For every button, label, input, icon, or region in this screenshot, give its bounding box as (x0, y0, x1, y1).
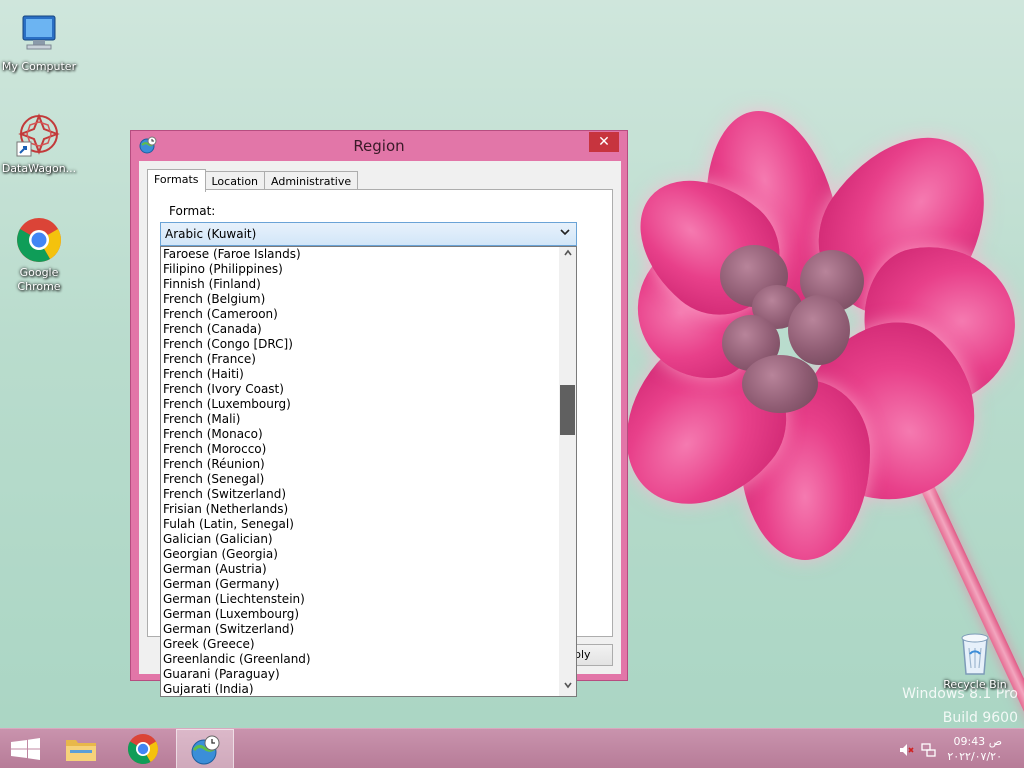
desktop-icon-label: DataWagon... (1, 162, 77, 175)
clock-date: ٢٠٢٢/٠٧/٢٠ (947, 750, 1002, 763)
system-tray (896, 729, 936, 768)
format-option[interactable]: French (Ivory Coast) (161, 382, 560, 397)
taskbar: 09:43 ص ٢٠٢٢/٠٧/٢٠ (0, 728, 1024, 768)
scroll-thumb[interactable] (560, 385, 575, 435)
format-option[interactable]: French (Réunion) (161, 457, 560, 472)
format-option[interactable]: French (Belgium) (161, 292, 560, 307)
chrome-button[interactable] (114, 729, 172, 768)
globe-clock-icon (191, 735, 220, 765)
format-option[interactable]: French (Congo [DRC]) (161, 337, 560, 352)
dialog-title: Region (353, 137, 405, 155)
format-dropdown-list[interactable]: Faroese (Faroe Islands) Filipino (Philipp… (160, 246, 577, 697)
network-icon[interactable] (920, 742, 936, 758)
desktop-icon-label: Recycle Bin (943, 678, 1007, 691)
format-option[interactable]: German (Liechtenstein) (161, 592, 560, 607)
close-icon: ✕ (598, 134, 610, 150)
file-explorer-button[interactable] (52, 729, 110, 768)
folder-icon (66, 740, 96, 761)
desktop-icon-label: My Computer (1, 60, 77, 73)
close-button[interactable]: ✕ (589, 132, 619, 152)
format-option[interactable]: French (Switzerland) (161, 487, 560, 502)
format-option[interactable]: Galician (Galician) (161, 532, 560, 547)
region-app-button[interactable] (176, 729, 234, 768)
format-option[interactable]: German (Austria) (161, 562, 560, 577)
datawagon-shortcut-icon (15, 112, 63, 160)
chevron-down-icon[interactable] (559, 226, 571, 241)
scroll-down-arrow-icon[interactable] (559, 679, 576, 696)
desktop-icon-datawagon[interactable]: DataWagon... (0, 112, 78, 176)
format-option[interactable]: French (Canada) (161, 322, 560, 337)
format-option[interactable]: Filipino (Philippines) (161, 262, 560, 277)
flower-center (788, 295, 850, 365)
windows-watermark-build: Build 9600 (942, 710, 1018, 726)
format-option[interactable]: Frisian (Netherlands) (161, 502, 560, 517)
dialog-titlebar[interactable]: Region ✕ (131, 131, 627, 160)
format-option[interactable]: Gujarati (India) (161, 682, 560, 696)
format-option[interactable]: Greenlandic (Greenland) (161, 652, 560, 667)
format-option[interactable]: French (Cameroon) (161, 307, 560, 322)
format-option[interactable]: Georgian (Georgia) (161, 547, 560, 562)
desktop-icon-my-computer[interactable]: My Computer (0, 10, 78, 74)
format-option[interactable]: Greek (Greece) (161, 637, 560, 652)
format-option[interactable]: Guarani (Paraguay) (161, 667, 560, 682)
format-option[interactable]: French (Monaco) (161, 427, 560, 442)
clock-time: 09:43 ص (953, 735, 1002, 748)
desktop-icon-label: Google Chrome (17, 266, 61, 293)
format-option[interactable]: Faroese (Faroe Islands) (161, 247, 560, 262)
dropdown-scrollbar[interactable] (559, 247, 576, 696)
windows-logo-icon (11, 738, 40, 760)
tab-strip: Formats Location Administrative (147, 169, 359, 192)
scroll-up-arrow-icon[interactable] (559, 247, 576, 264)
format-selected-value: Arabic (Kuwait) (165, 227, 257, 241)
volume-muted-icon[interactable] (898, 742, 914, 758)
format-option[interactable]: German (Switzerland) (161, 622, 560, 637)
chrome-icon (127, 734, 159, 765)
format-option[interactable]: French (Haiti) (161, 367, 560, 382)
format-option[interactable]: French (Mali) (161, 412, 560, 427)
format-option[interactable]: French (France) (161, 352, 560, 367)
tab-formats[interactable]: Formats (147, 169, 206, 192)
format-options: Faroese (Faroe Islands) Filipino (Philipp… (161, 247, 560, 696)
format-label: Format: (169, 204, 216, 218)
format-option[interactable]: German (Luxembourg) (161, 607, 560, 622)
flower-center (742, 355, 818, 413)
format-option[interactable]: French (Senegal) (161, 472, 560, 487)
format-option[interactable]: German (Germany) (161, 577, 560, 592)
format-option[interactable]: Fulah (Latin, Senegal) (161, 517, 560, 532)
format-option[interactable]: Finnish (Finland) (161, 277, 560, 292)
format-option[interactable]: French (Morocco) (161, 442, 560, 457)
start-button[interactable] (0, 729, 58, 768)
format-option[interactable]: French (Luxembourg) (161, 397, 560, 412)
desktop-icon-google-chrome[interactable]: Google Chrome (0, 216, 78, 294)
desktop-icon-recycle-bin[interactable]: Recycle Bin (936, 630, 1014, 692)
taskbar-clock[interactable]: 09:43 ص ٢٠٢٢/٠٧/٢٠ (947, 734, 1002, 764)
chrome-icon (15, 216, 63, 264)
computer-icon (15, 10, 63, 58)
format-dropdown[interactable]: Arabic (Kuwait) (160, 222, 577, 246)
recycle-bin-icon (951, 630, 999, 676)
